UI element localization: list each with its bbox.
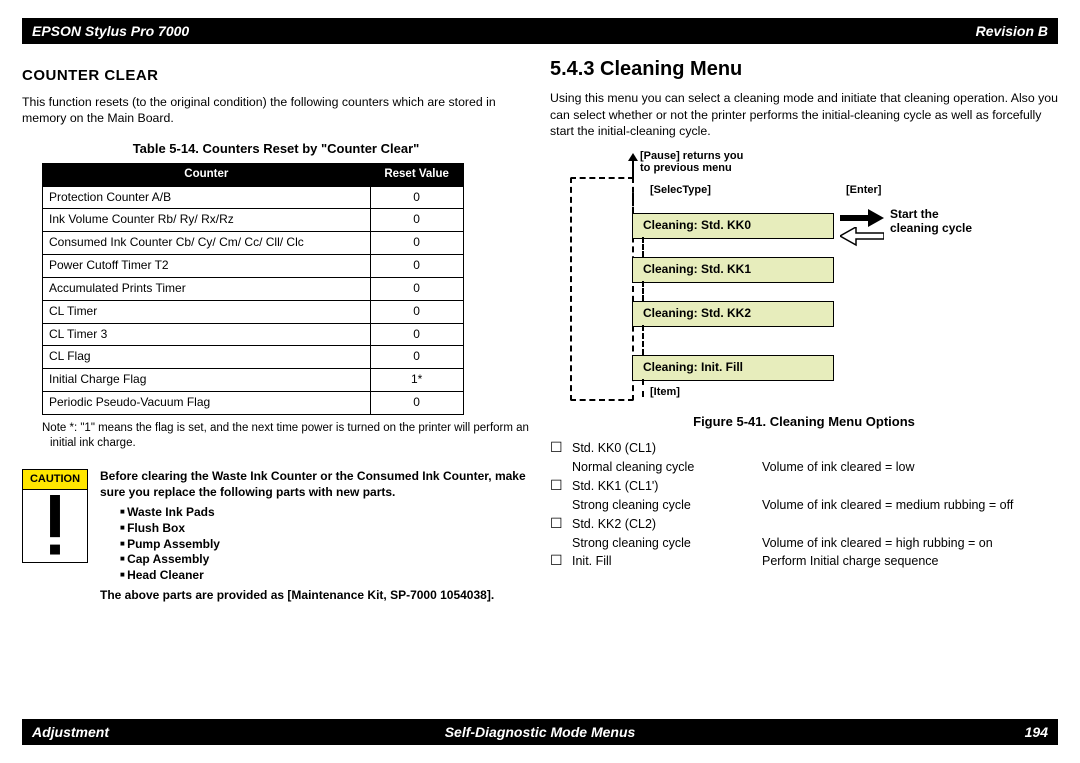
right-column: 5.4.3 Cleaning Menu Using this menu you … xyxy=(550,56,1058,716)
opt-title: Std. KK2 (CL2) xyxy=(572,516,758,533)
figure-caption: Figure 5-41. Cleaning Menu Options xyxy=(550,413,1058,430)
opt-desc: Strong cleaning cycle xyxy=(572,497,758,514)
footer-left: Adjustment xyxy=(32,724,109,740)
section-heading-cleaning-menu: 5.4.3 Cleaning Menu xyxy=(550,56,1058,82)
table-row: Accumulated Prints Timer0 xyxy=(43,277,464,300)
menu-item-kk0: Cleaning: Std. KK0 xyxy=(632,213,834,239)
opt-right: Perform Initial charge sequence xyxy=(762,553,1058,570)
label-item: [Item] xyxy=(650,385,680,400)
header-title: EPSON Stylus Pro 7000 xyxy=(32,23,189,39)
caution-lead: Before clearing the Waste Ink Counter or… xyxy=(100,469,530,501)
table-row: CL Flag0 xyxy=(43,346,464,369)
footer-page: 194 xyxy=(1025,724,1048,740)
table-note: Note *: "1" means the flag is set, and t… xyxy=(42,421,530,451)
caution-icon: CAUTION xyxy=(22,469,88,604)
caution-label: CAUTION xyxy=(22,469,88,490)
exclamation-icon xyxy=(22,490,88,563)
left-column: COUNTER CLEAR This function resets (to t… xyxy=(22,56,530,716)
table-row: CL Timer0 xyxy=(43,300,464,323)
table-row: Consumed Ink Counter Cb/ Cy/ Cm/ Cc/ Cll… xyxy=(43,232,464,255)
opt-desc: Strong cleaning cycle xyxy=(572,535,758,552)
th-reset-value: Reset Value xyxy=(370,164,463,186)
caution-parts-list: Waste Ink Pads Flush Box Pump Assembly C… xyxy=(120,505,530,584)
label-enter: [Enter] xyxy=(846,183,881,198)
list-item: Flush Box xyxy=(120,521,530,537)
opt-right: Volume of ink cleared = medium rubbing =… xyxy=(762,497,1058,514)
list-item: Pump Assembly xyxy=(120,537,530,553)
opt-title: Init. Fill xyxy=(572,553,758,570)
cleaning-menu-intro: Using this menu you can select a cleanin… xyxy=(550,90,1058,139)
section-title-counter-clear: COUNTER CLEAR xyxy=(22,66,530,86)
dashed-loop xyxy=(570,177,634,401)
header-revision: Revision B xyxy=(976,23,1048,39)
opt-title: Std. KK1 (CL1') xyxy=(572,478,758,495)
th-counter: Counter xyxy=(43,164,371,186)
checkbox-icon: ☐ xyxy=(550,478,568,495)
label-selectype: [SelecType] xyxy=(650,183,711,198)
footer-bar: Adjustment Self-Diagnostic Mode Menus 19… xyxy=(22,719,1058,745)
menu-diagram: [Pause] returns you to previous menu [Se… xyxy=(550,149,1058,409)
table-row: Ink Volume Counter Rb/ Ry/ Rx/Rz0 xyxy=(43,209,464,232)
table-row: Periodic Pseudo-Vacuum Flag0 xyxy=(43,392,464,415)
checkbox-icon: ☐ xyxy=(550,516,568,533)
table-row: Power Cutoff Timer T20 xyxy=(43,255,464,278)
list-item: Waste Ink Pads xyxy=(120,505,530,521)
caution-tail: The above parts are provided as [Mainten… xyxy=(100,588,530,604)
opt-desc: Normal cleaning cycle xyxy=(572,459,758,476)
caution-block: CAUTION Before clearing the Waste Ink Co… xyxy=(22,469,530,604)
table-row: Protection Counter A/B0 xyxy=(43,186,464,209)
start-hint-l2: cleaning cycle xyxy=(890,221,972,237)
table-caption: Table 5-14. Counters Reset by "Counter C… xyxy=(22,140,530,157)
menu-item-kk1: Cleaning: Std. KK1 xyxy=(632,257,834,283)
pause-hint-l2: to previous menu xyxy=(640,161,732,176)
menu-item-kk2: Cleaning: Std. KK2 xyxy=(632,301,834,327)
counter-clear-intro: This function resets (to the original co… xyxy=(22,94,530,126)
list-item: Cap Assembly xyxy=(120,552,530,568)
opt-right: Volume of ink cleared = low xyxy=(762,459,1058,476)
checkbox-icon: ☐ xyxy=(550,440,568,457)
footer-center: Self-Diagnostic Mode Menus xyxy=(22,724,1058,740)
caution-text: Before clearing the Waste Ink Counter or… xyxy=(100,469,530,604)
checkbox-icon: ☐ xyxy=(550,553,568,570)
header-bar: EPSON Stylus Pro 7000 Revision B xyxy=(22,18,1058,44)
list-item: Head Cleaner xyxy=(120,568,530,584)
arrow-up-icon xyxy=(628,153,638,179)
counters-table: Counter Reset Value Protection Counter A… xyxy=(42,163,464,414)
arrow-left-icon xyxy=(840,227,884,247)
table-row: Initial Charge Flag1* xyxy=(43,369,464,392)
cleaning-options-list: ☐ Std. KK0 (CL1) Normal cleaning cycle V… xyxy=(550,440,1058,570)
menu-item-init-fill: Cleaning: Init. Fill xyxy=(632,355,834,381)
table-row: CL Timer 30 xyxy=(43,323,464,346)
opt-right: Volume of ink cleared = high rubbing = o… xyxy=(762,535,1058,552)
opt-title: Std. KK0 (CL1) xyxy=(572,440,758,457)
